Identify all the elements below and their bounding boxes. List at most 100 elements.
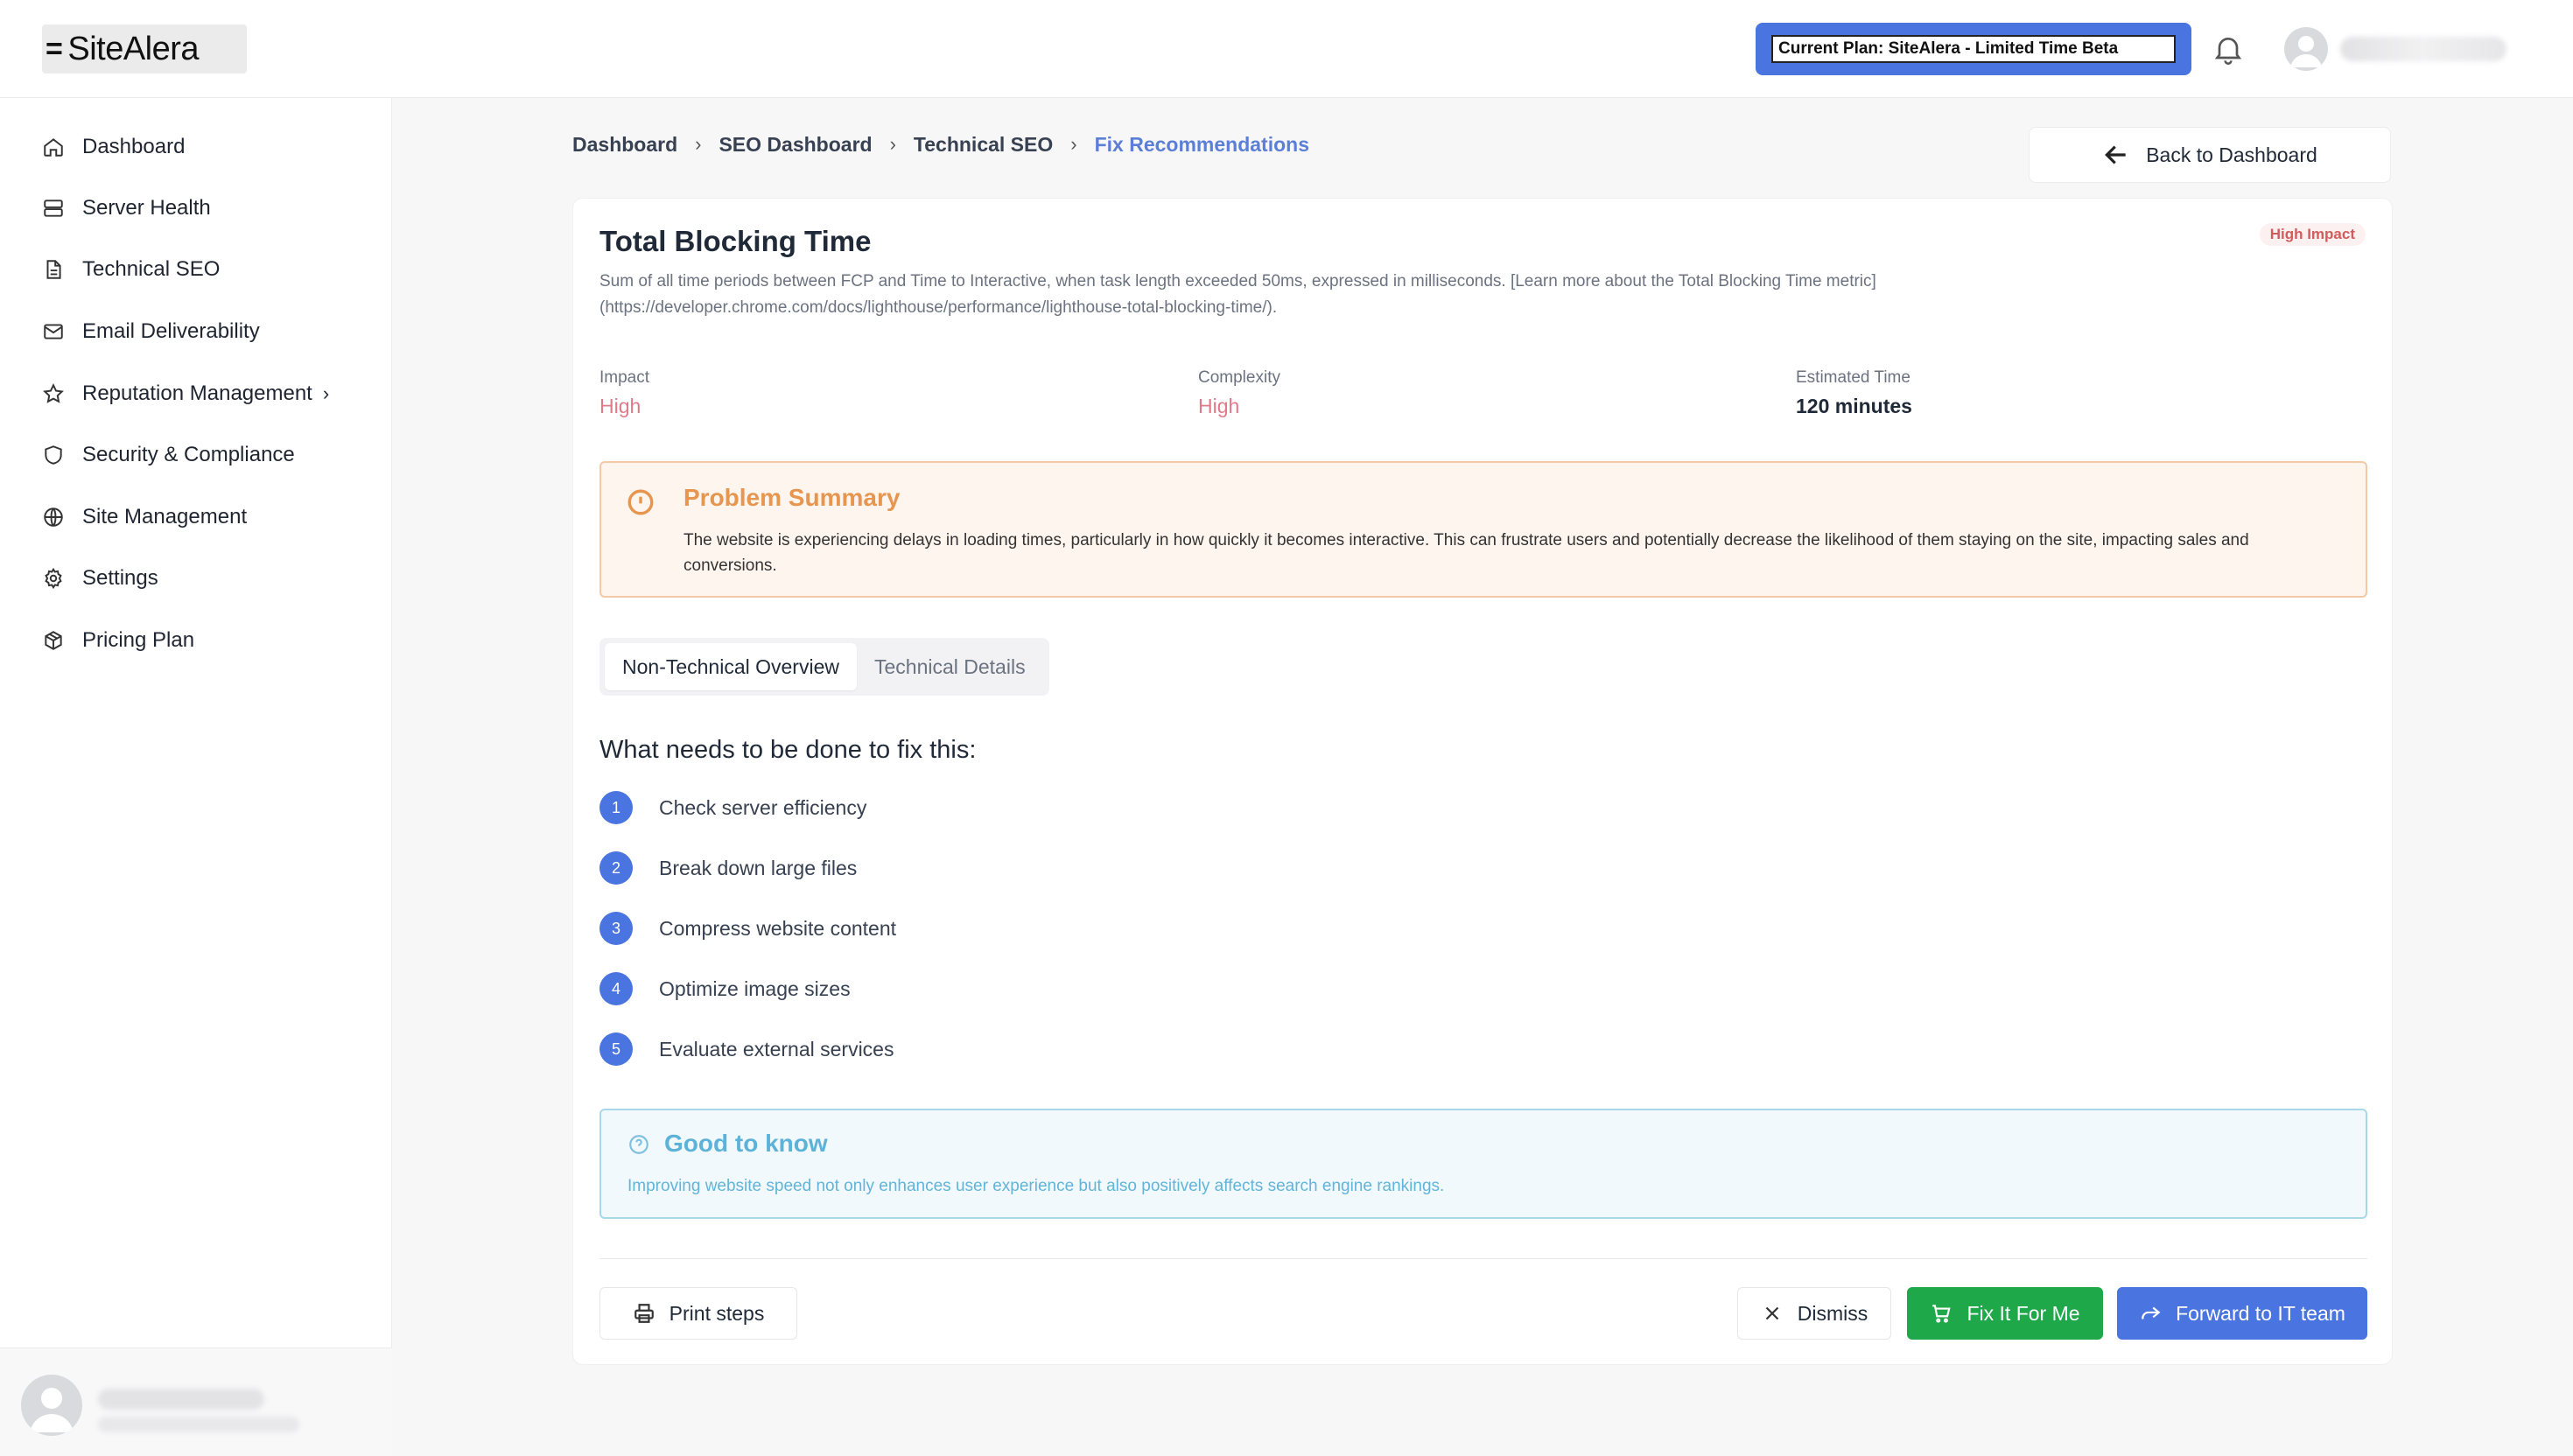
close-icon: [1765, 1306, 1779, 1320]
logo[interactable]: = SiteAlera: [42, 24, 247, 74]
problem-summary-text: The website is experiencing delays in lo…: [684, 531, 2249, 575]
fix-recommendation-card: Total Blocking Time High Impact Sum of a…: [572, 198, 2393, 1365]
problem-summary-box: Problem Summary The website is experienc…: [599, 461, 2367, 598]
tab-technical-details[interactable]: Technical Details: [857, 643, 1043, 690]
sidebar-item-label: Technical SEO: [82, 257, 221, 281]
fix-steps-title: What needs to be done to fix this:: [599, 736, 977, 764]
top-bar: = SiteAlera Current Plan: SiteAlera - Li…: [0, 0, 2573, 98]
estimated-time-label: Estimated Time: [1796, 368, 1910, 387]
issue-description-line: Sum of all time periods between FCP and …: [599, 272, 1876, 290]
print-steps-button[interactable]: Print steps: [599, 1287, 797, 1340]
fix-step: 2 Break down large files: [599, 851, 857, 885]
dismiss-button[interactable]: Dismiss: [1737, 1287, 1891, 1340]
breadcrumb-technical-seo[interactable]: Technical SEO: [914, 133, 1053, 157]
sidebar-item-site-management[interactable]: Site Management: [42, 500, 247, 535]
printer-icon: [634, 1304, 654, 1323]
breadcrumb-fix-recommendations: Fix Recommendations: [1094, 132, 1309, 156]
forward-to-it-team-label: Forward to IT team: [2176, 1301, 2345, 1325]
good-to-know-title: Good to know: [664, 1130, 828, 1157]
sidebar-avatar: [21, 1375, 82, 1436]
sidebar-item-reputation-management[interactable]: Reputation Management ›: [42, 376, 329, 411]
sidebar-item-pricing-plan[interactable]: Pricing Plan: [42, 623, 194, 658]
gear-icon: [45, 567, 62, 590]
chevron-right-icon: ›: [889, 133, 896, 155]
impact-label: Impact: [599, 368, 650, 387]
current-plan-label: Current Plan: SiteAlera - Limited Time B…: [1771, 35, 2176, 63]
chevron-right-icon: ›: [1070, 133, 1077, 155]
star-icon: [43, 382, 64, 403]
package-icon: [45, 631, 62, 650]
print-steps-label: Print steps: [669, 1301, 765, 1325]
breadcrumb-dashboard[interactable]: Dashboard: [572, 133, 677, 157]
breadcrumb: Dashboard › SEO Dashboard › Technical SE…: [572, 131, 1309, 158]
step-number-badge: 1: [599, 791, 633, 824]
arrow-left-icon: [2105, 145, 2126, 164]
forward-arrow-icon: [2142, 1306, 2161, 1320]
step-text: Compress website content: [659, 916, 897, 940]
back-to-dashboard-button[interactable]: Back to Dashboard: [2029, 127, 2391, 183]
step-number-badge: 2: [599, 851, 633, 885]
fix-step: 4 Optimize image sizes: [599, 972, 851, 1005]
mail-icon: [44, 324, 63, 340]
sidebar-item-label: Site Management: [82, 505, 248, 528]
sidebar-item-label: Dashboard: [82, 135, 186, 158]
menu-icon[interactable]: =: [46, 32, 63, 66]
cart-icon: [1932, 1305, 1952, 1323]
sidebar-item-technical-seo[interactable]: Technical SEO: [42, 252, 220, 287]
sidebar-item-server-health[interactable]: Server Health: [42, 191, 211, 226]
breadcrumb-seo-dashboard[interactable]: SEO Dashboard: [719, 133, 872, 157]
avatar-icon: [30, 1388, 74, 1432]
sidebar-item-label: Settings: [82, 566, 158, 590]
step-number-badge: 4: [599, 972, 633, 1005]
estimated-time-value: 120 minutes: [1796, 395, 1912, 417]
complexity-label: Complexity: [1198, 368, 1280, 387]
estimated-time-meta: Estimated Time 120 minutes: [1796, 368, 1912, 418]
sidebar-item-label: Pricing Plan: [82, 628, 195, 652]
dismiss-label: Dismiss: [1797, 1301, 1868, 1325]
forward-to-it-team-button[interactable]: Forward to IT team: [2117, 1287, 2367, 1340]
step-text: Check server efficiency: [659, 795, 867, 819]
current-plan-badge[interactable]: Current Plan: SiteAlera - Limited Time B…: [1756, 23, 2191, 75]
help-circle-icon: [629, 1135, 649, 1154]
tab-non-technical-overview[interactable]: Non-Technical Overview: [605, 643, 857, 690]
sidebar-item-label: Reputation Management: [82, 382, 312, 405]
document-icon: [46, 260, 61, 279]
user-name-redacted: [2340, 37, 2506, 61]
sidebar: Dashboard Server Health Technical SEO Em…: [0, 98, 392, 1456]
divider: [599, 1258, 2367, 1259]
fix-step: 5 Evaluate external services: [599, 1032, 894, 1066]
impact-meta: Impact High: [599, 368, 649, 418]
issue-description-link[interactable]: (https://developer.chrome.com/docs/light…: [599, 295, 2105, 321]
server-icon: [44, 200, 63, 217]
impact-badge: High Impact: [2259, 223, 2366, 246]
logo-text: SiteAlera: [67, 30, 200, 67]
sidebar-item-settings[interactable]: Settings: [42, 561, 158, 596]
chevron-right-icon: ›: [322, 382, 330, 404]
step-number-badge: 3: [599, 912, 633, 945]
sidebar-user-name-redacted: [98, 1389, 264, 1410]
sidebar-item-label: Security & Compliance: [82, 443, 295, 466]
sidebar-item-dashboard[interactable]: Dashboard: [42, 130, 185, 164]
step-text: Break down large files: [659, 856, 858, 879]
sidebar-user-panel[interactable]: [0, 1348, 392, 1456]
issue-description: Sum of all time periods between FCP and …: [599, 269, 2105, 321]
home-icon: [44, 138, 63, 157]
fix-step: 3 Compress website content: [599, 912, 896, 945]
user-avatar[interactable]: [2284, 27, 2328, 71]
complexity-value: High: [1198, 395, 1240, 417]
fix-it-for-me-label: Fix It For Me: [1967, 1301, 2080, 1325]
step-text: Optimize image sizes: [659, 976, 851, 1000]
back-to-dashboard-label: Back to Dashboard: [2146, 143, 2317, 166]
sidebar-user-email-redacted: [98, 1417, 299, 1432]
good-to-know-text: Improving website speed not only enhance…: [627, 1177, 1445, 1195]
sidebar-item-label: Email Deliverability: [82, 319, 260, 343]
bell-icon[interactable]: [2211, 32, 2246, 66]
sidebar-item-email-deliverability[interactable]: Email Deliverability: [42, 314, 260, 349]
impact-value: High: [599, 395, 641, 417]
good-to-know-box: Good to know Improving website speed not…: [599, 1109, 2367, 1219]
problem-summary-title: Problem Summary: [684, 484, 901, 511]
sidebar-item-label: Server Health: [82, 196, 211, 220]
globe-icon: [44, 508, 63, 527]
fix-it-for-me-button[interactable]: Fix It For Me: [1907, 1287, 2103, 1340]
sidebar-item-security-compliance[interactable]: Security & Compliance: [42, 438, 295, 472]
